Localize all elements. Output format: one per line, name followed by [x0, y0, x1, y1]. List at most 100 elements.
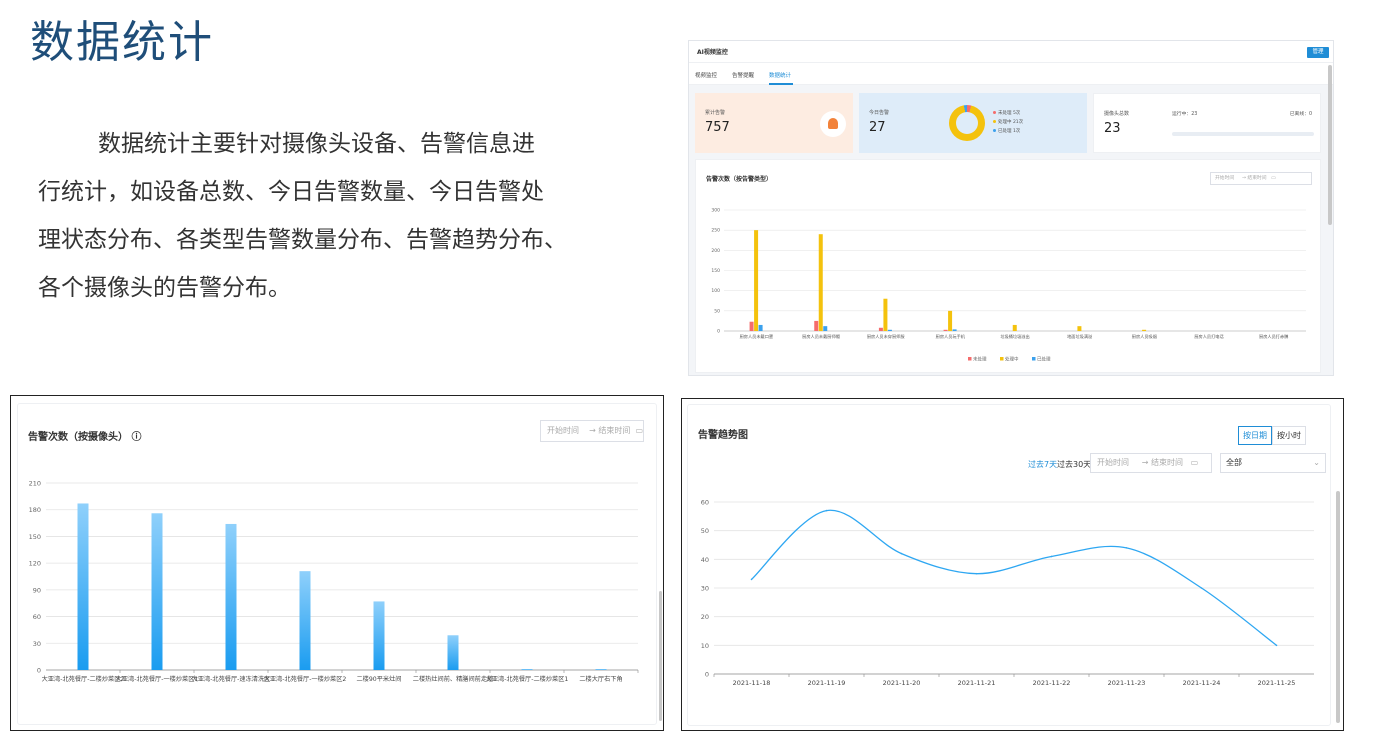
y-tick-label: 210: [29, 480, 41, 488]
y-tick-label: 0: [37, 667, 41, 675]
y-tick-label: 150: [29, 533, 41, 541]
y-tick-label: 0: [717, 329, 720, 335]
scrollbar[interactable]: [1328, 65, 1332, 225]
bar: [299, 571, 311, 670]
y-tick-label: 50: [701, 527, 709, 535]
legend-label: 处理中: [1005, 356, 1019, 363]
bar: [887, 329, 892, 331]
y-tick-label: 60: [701, 499, 709, 507]
card-label: 累计告警: [705, 110, 726, 116]
card-label: 摄像头总数: [1104, 111, 1130, 117]
x-tick-label: 厨房人员未戴厨师帽: [802, 333, 840, 340]
legend-label: 已处理: [1037, 356, 1051, 363]
bar: [823, 326, 828, 331]
y-tick-label: 0: [705, 671, 709, 679]
card-label: 今日告警: [869, 110, 890, 116]
y-tick-label: 10: [701, 642, 709, 650]
legend-processing: 处理中 21次: [993, 119, 1023, 125]
status-donut-chart: [949, 105, 985, 141]
active-tab-indicator: [769, 83, 793, 85]
description-line: 理状态分布、各类型告警数量分布、告警趋势分布、: [38, 227, 567, 253]
legend-swatch: [1000, 357, 1004, 361]
x-tick-label: 厨房人员打赤膊: [1259, 333, 1289, 340]
scrollbar[interactable]: [659, 591, 662, 721]
camera-card: 摄像头总数 23 运行中：23 已离线：0: [1093, 93, 1321, 153]
y-tick-label: 200: [711, 248, 720, 254]
data-point: [750, 578, 753, 581]
bar: [943, 329, 948, 331]
x-tick-label: 2021-11-19: [808, 679, 846, 687]
data-point: [975, 572, 978, 575]
bar: [1077, 326, 1082, 331]
x-tick-label: 大亚湾-北苑餐厅-一楼炒菜区1: [116, 675, 199, 683]
y-tick-label: 100: [711, 288, 720, 294]
x-tick-label: 2021-11-21: [958, 679, 996, 687]
x-tick-label: 厨房人员未戴口罩: [740, 333, 774, 340]
x-tick-label: 厨房人员打电话: [1194, 333, 1223, 340]
card-value: 23: [1104, 121, 1121, 136]
trend-chart-panel: 告警趋势图 按日期 按小时 过去7天 过去30天 开始时间 → 结束时间 ▭ 全…: [681, 398, 1344, 731]
bar: [1142, 329, 1147, 331]
data-point: [1125, 547, 1128, 549]
bell-icon: [820, 111, 846, 137]
tab-statistics[interactable]: 数据统计: [769, 71, 791, 79]
camera-chart-panel: 告警次数（按摄像头） ⓘ 开始时间 → 结束时间 ▭ 0 30 60 90 120 150…: [10, 395, 664, 731]
bar: [373, 601, 385, 670]
x-tick-label: 二楼热灶间前、精膳间前走道: [413, 675, 493, 683]
tab-alarm[interactable]: 告警提醒: [732, 71, 754, 79]
offline-count: 已离线：0: [1289, 112, 1312, 117]
description-line: 数据统计主要针对摄像头设备、告警信息进: [98, 131, 535, 157]
description-line: 各个摄像头的告警分布。: [38, 275, 291, 301]
legend-swatch: [968, 357, 972, 361]
bar: [77, 503, 89, 670]
y-tick-label: 250: [711, 228, 720, 234]
x-tick-label: 厨房人员吸烟: [1132, 333, 1157, 340]
y-tick-label: 180: [29, 506, 41, 514]
manage-button[interactable]: 管理: [1307, 47, 1329, 58]
app-header: AI视频监控 管理: [689, 41, 1333, 63]
legend-swatch: [1032, 357, 1036, 361]
bar: [447, 635, 459, 670]
y-tick-label: 50: [714, 308, 720, 314]
y-tick-label: 20: [701, 613, 709, 621]
description-line: 行统计，如设备总数、今日告警数量、今日告警处: [38, 179, 544, 205]
y-tick-label: 60: [33, 613, 41, 621]
card-value: 27: [869, 120, 886, 135]
tab-video[interactable]: 视频监控: [695, 71, 717, 79]
x-tick-label: 大亚湾-北苑餐厅-一楼炒菜区2: [264, 675, 347, 683]
x-tick-label: 厨房人员玩手机: [936, 333, 966, 340]
x-tick-label: 2021-11-20: [883, 679, 921, 687]
x-tick-label: 垃圾桶垃圾溢出: [1000, 333, 1029, 340]
data-point: [1275, 644, 1278, 647]
y-tick-label: 300: [711, 208, 720, 214]
data-point: [1050, 555, 1053, 558]
y-tick-label: 30: [701, 585, 709, 593]
slide-description: 数据统计主要针对摄像头设备、告警信息进 行统计，如设备总数、今日告警数量、今日告…: [38, 120, 628, 312]
camera-bar-chart: 0306090120150180210大亚湾-北苑餐厅-二楼炒菜区2大亚湾-北苑…: [29, 480, 639, 683]
alarm-type-bar-chart: 0 50 100 150 200 250 300 厨房人员未戴口罩 厨房人员未戴厨师帽 厨房人员未…: [711, 208, 1306, 363]
bar: [948, 310, 953, 331]
x-tick-label: 2021-11-22: [1033, 679, 1071, 687]
data-point: [825, 509, 828, 512]
y-tick-label: 30: [33, 640, 41, 648]
running-count: 运行中：23: [1172, 112, 1198, 117]
tab-bar: 视频监控 告警提醒 数据统计: [689, 63, 1333, 85]
y-tick-label: 90: [33, 586, 41, 594]
x-tick-label: 2021-11-23: [1108, 679, 1146, 687]
y-tick-label: 120: [29, 560, 41, 568]
bar: [595, 669, 607, 670]
camera-chart-card: 告警次数（按摄像头） ⓘ 开始时间 → 结束时间 ▭ 0 30 60 90 120 150…: [17, 403, 657, 725]
bar: [883, 298, 888, 331]
scrollbar[interactable]: [1336, 491, 1340, 723]
running-progress-bar: [1172, 132, 1314, 136]
bar: [754, 230, 759, 331]
x-tick-label: 二楼大厅右下角: [579, 675, 622, 683]
bar: [878, 327, 883, 331]
bar: [814, 320, 819, 331]
x-tick-label: 2021-11-18: [733, 679, 771, 687]
x-tick-label: 厨房人员未穿厨师服: [867, 333, 906, 340]
bar: [521, 669, 533, 670]
y-tick-label: 40: [701, 556, 709, 564]
x-tick-label: 2021-11-25: [1258, 679, 1296, 687]
slide-title: 数据统计: [30, 17, 214, 68]
